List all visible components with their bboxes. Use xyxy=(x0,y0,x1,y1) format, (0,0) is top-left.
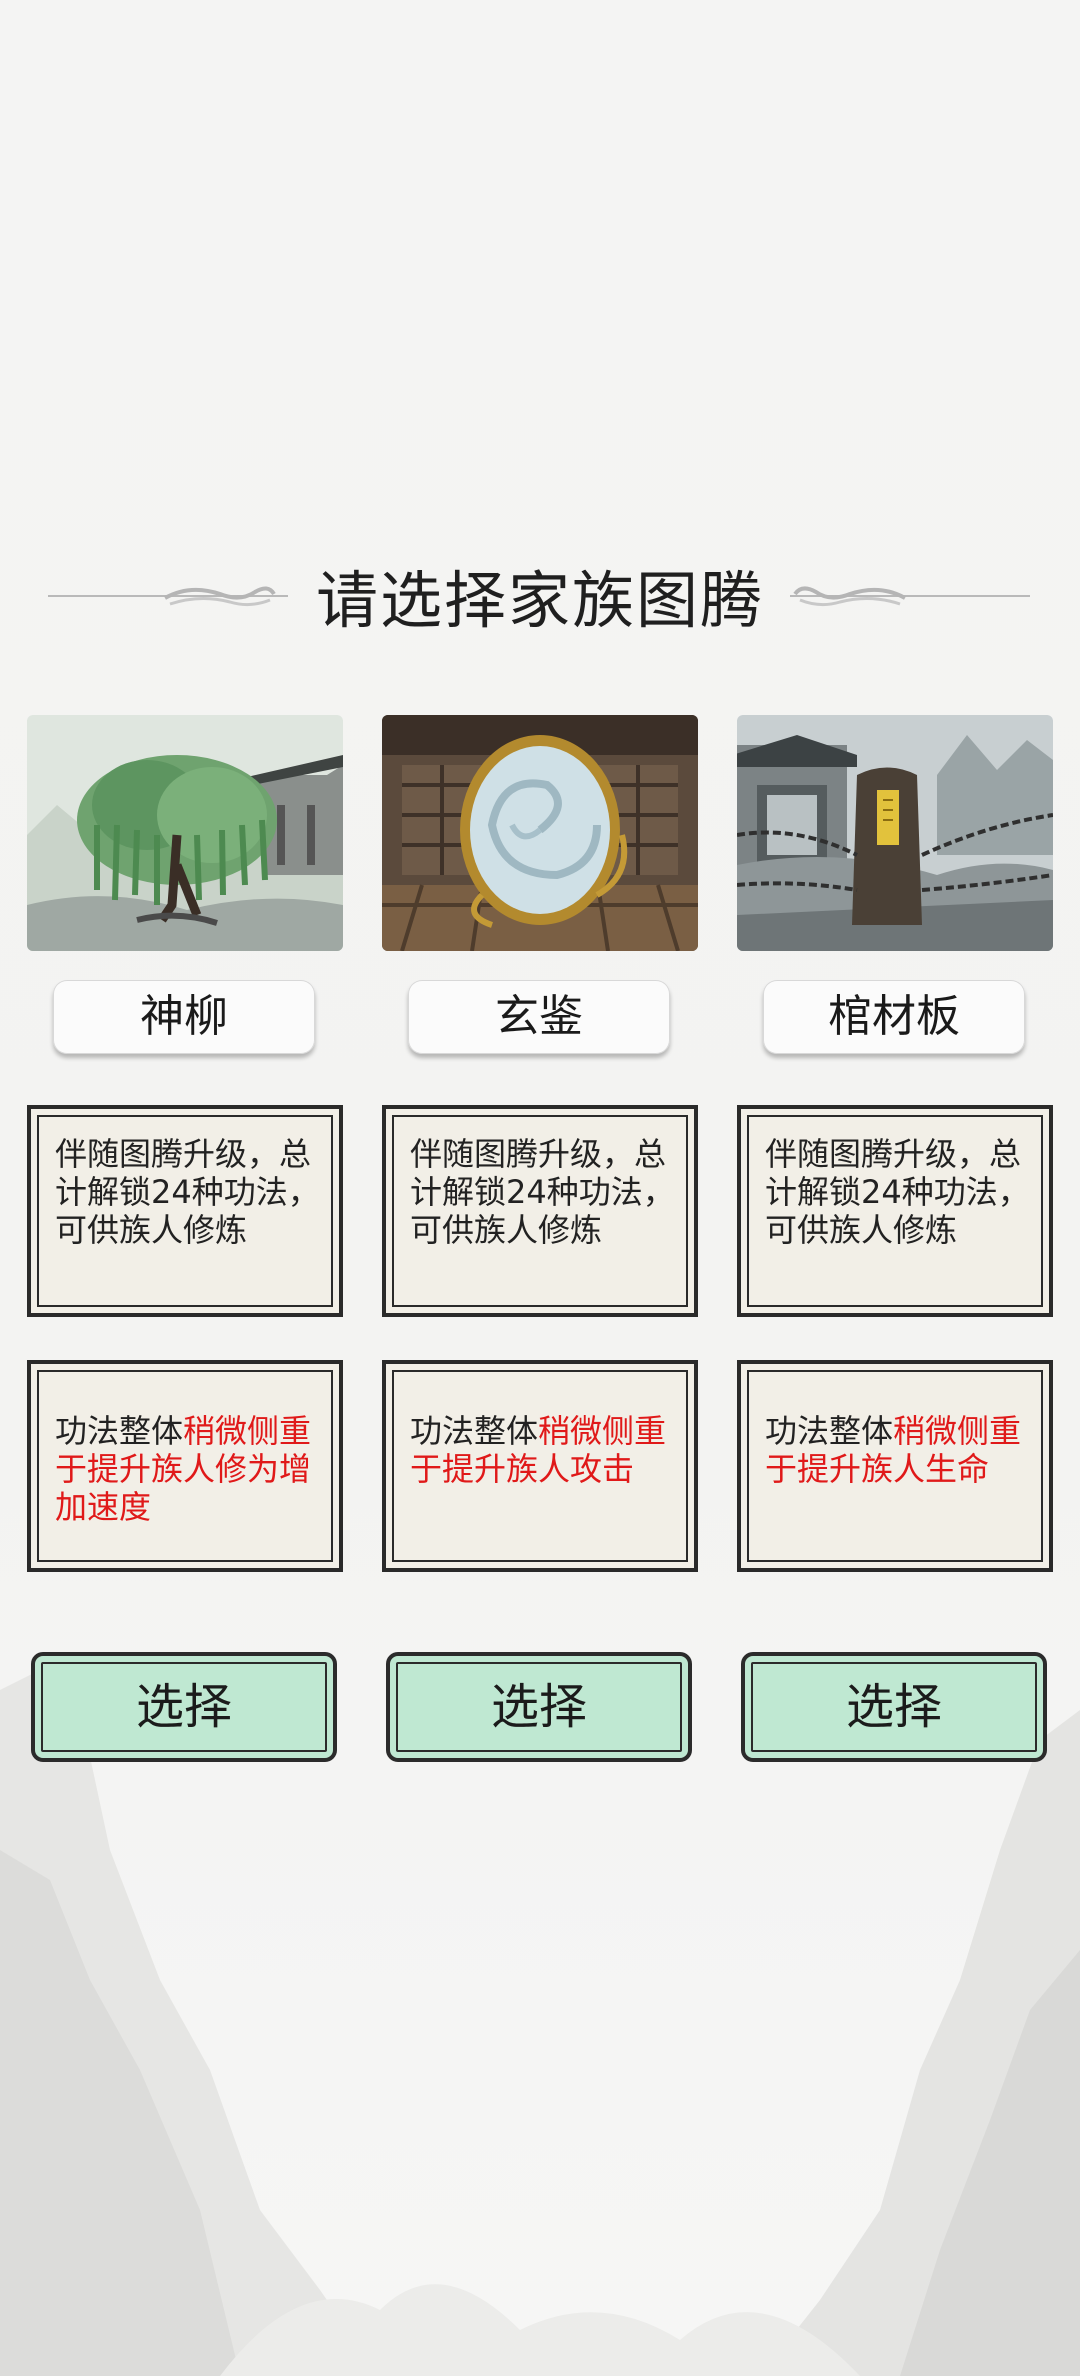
totem-effect-description-box: 功法整体稍微侧重于提升族人生命 xyxy=(737,1360,1053,1572)
effect-prefix: 功法整体 xyxy=(410,1412,539,1450)
select-button[interactable]: 选择 xyxy=(386,1652,692,1762)
totem-card-willow: 神柳 伴随图腾升级，总计解锁24种功法，可供族人修炼 功法整体稍微侧重于提升族人… xyxy=(27,715,343,1762)
totem-effect-description-box: 功法整体稍微侧重于提升族人修为增加速度 xyxy=(27,1360,343,1572)
totem-unlock-description: 伴随图腾升级，总计解锁24种功法，可供族人修炼 xyxy=(410,1135,675,1249)
totem-unlock-description-box: 伴随图腾升级，总计解锁24种功法，可供族人修炼 xyxy=(737,1105,1053,1317)
select-button[interactable]: 选择 xyxy=(741,1652,1047,1762)
willow-tree-illustration xyxy=(27,715,343,951)
totem-name-button[interactable]: 棺材板 xyxy=(763,980,1025,1054)
totem-image-coffin[interactable] xyxy=(737,715,1053,951)
totem-unlock-description: 伴随图腾升级，总计解锁24种功法，可供族人修炼 xyxy=(765,1135,1030,1249)
mystic-mirror-illustration xyxy=(382,715,698,951)
totem-name-button[interactable]: 神柳 xyxy=(53,980,315,1054)
totem-card-coffin: 棺材板 伴随图腾升级，总计解锁24种功法，可供族人修炼 功法整体稍微侧重于提升族… xyxy=(737,715,1053,1762)
totem-effect-description-box: 功法整体稍微侧重于提升族人攻击 xyxy=(382,1360,698,1572)
totem-name-button[interactable]: 玄鉴 xyxy=(408,980,670,1054)
totem-unlock-description-box: 伴随图腾升级，总计解锁24种功法，可供族人修炼 xyxy=(27,1105,343,1317)
totem-unlock-description: 伴随图腾升级，总计解锁24种功法，可供族人修炼 xyxy=(55,1135,320,1249)
totem-card-mirror: 玄鉴 伴随图腾升级，总计解锁24种功法，可供族人修炼 功法整体稍微侧重于提升族人… xyxy=(382,715,698,1762)
totem-effect-description: 功法整体稍微侧重于提升族人攻击 xyxy=(410,1412,685,1488)
totem-image-willow[interactable] xyxy=(27,715,343,951)
effect-prefix: 功法整体 xyxy=(55,1412,184,1450)
title-row: 请选择家族图腾 xyxy=(0,540,1080,640)
page-title: 请选择家族图腾 xyxy=(315,564,764,637)
select-button[interactable]: 选择 xyxy=(31,1652,337,1762)
totem-effect-description: 功法整体稍微侧重于提升族人修为增加速度 xyxy=(55,1412,330,1526)
totem-unlock-description-box: 伴随图腾升级，总计解锁24种功法，可供族人修炼 xyxy=(382,1105,698,1317)
totem-image-mirror[interactable] xyxy=(382,715,698,951)
totem-effect-description: 功法整体稍微侧重于提升族人生命 xyxy=(765,1412,1040,1488)
chained-coffin-lid-illustration xyxy=(737,715,1053,951)
effect-prefix: 功法整体 xyxy=(765,1412,894,1450)
totem-selection-screen: 请选择家族图腾 神柳 伴随图腾升级，总计解锁24种功法，可供族人修炼 功法整体稍… xyxy=(0,0,1080,2376)
